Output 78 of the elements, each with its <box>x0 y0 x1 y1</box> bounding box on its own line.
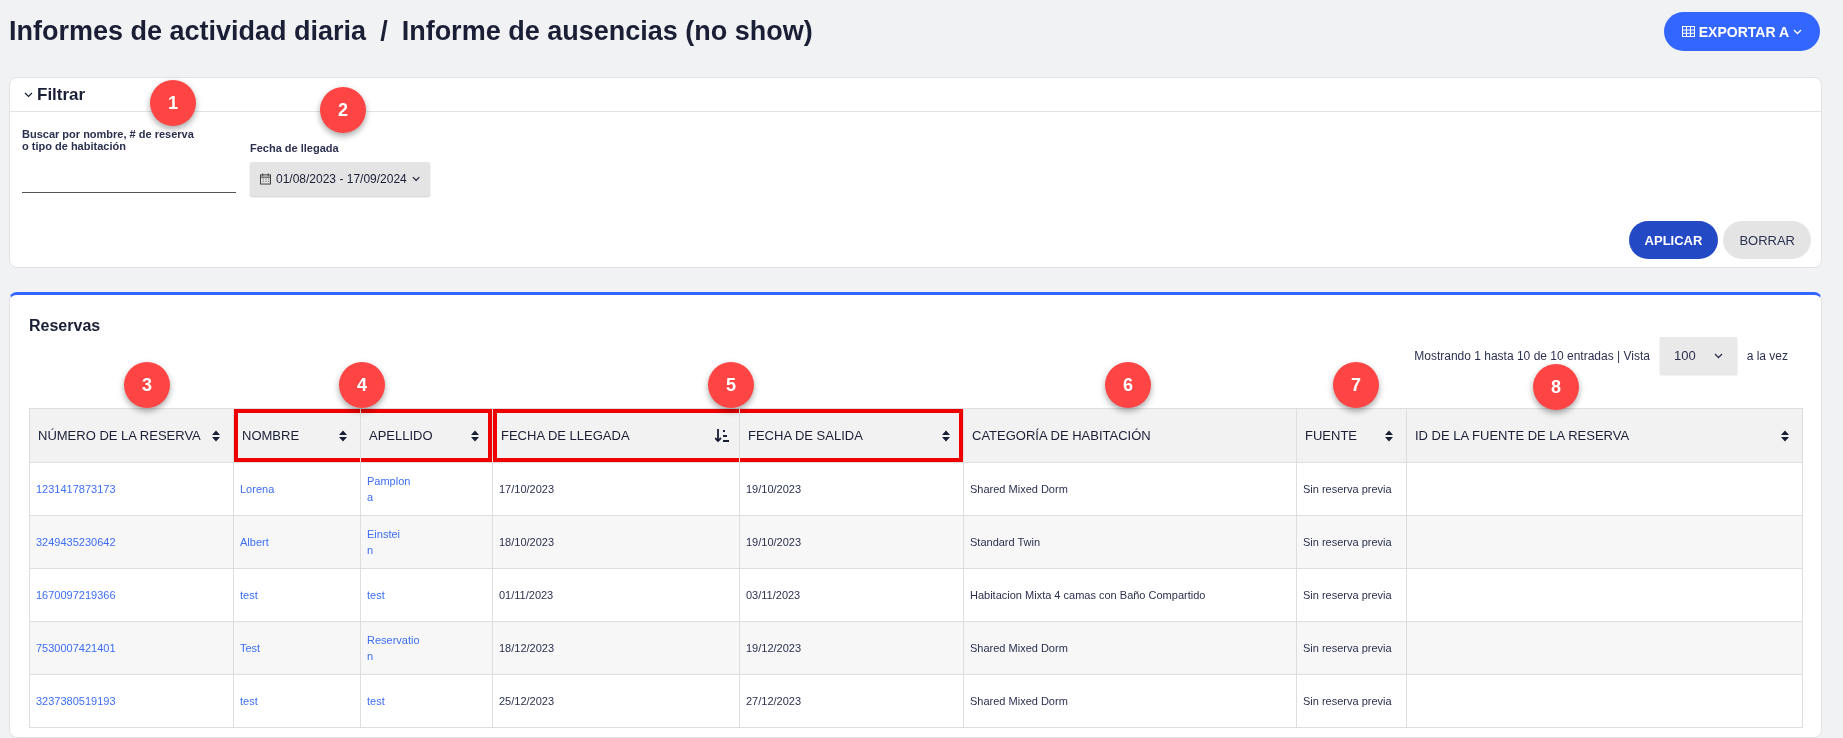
table-cell: Sin reserva previa <box>1296 462 1407 516</box>
entries-info: Mostrando 1 hasta 10 de 10 entradas | Vista <box>1414 348 1650 363</box>
table-link[interactable]: test <box>233 674 361 728</box>
chevron-down-icon <box>1793 28 1802 35</box>
column-label: APELLIDO <box>369 428 433 443</box>
column-label: NOMBRE <box>242 428 300 443</box>
table-cell: 03/11/2023 <box>739 568 964 622</box>
page-size-suffix: a la vez <box>1746 348 1788 363</box>
table-link[interactable]: 1231417873173 <box>29 462 234 516</box>
table-cell: Shared Mixed Dorm <box>963 462 1297 516</box>
table-cell: 19/12/2023 <box>739 621 964 675</box>
column-label: CATEGORÍA DE HABITACIÓN <box>972 428 1151 443</box>
table-link[interactable]: Pamplon a <box>360 462 493 516</box>
table-link[interactable]: test <box>233 568 361 622</box>
sort-icon[interactable] <box>939 428 953 443</box>
table-cell: 19/10/2023 <box>739 462 964 516</box>
apply-button[interactable]: APLICAR <box>1628 221 1719 259</box>
export-button[interactable]: EXPORTAR A <box>1663 12 1820 51</box>
table-link[interactable]: Lorena <box>233 462 361 516</box>
column-header[interactable]: NÚMERO DE LA RESERVA <box>29 408 234 463</box>
calendar-icon <box>260 173 271 185</box>
table-cell: 18/10/2023 <box>492 515 740 569</box>
page-title: Informes de actividad diaria <box>9 16 367 47</box>
sort-icon[interactable] <box>1382 428 1396 443</box>
table-cell: 25/12/2023 <box>492 674 740 728</box>
column-header[interactable]: CATEGORÍA DE HABITACIÓN <box>963 408 1297 463</box>
date-label: Fecha de llegada <box>250 142 340 154</box>
table-cell: Sin reserva previa <box>1296 515 1407 569</box>
table-link[interactable]: 1670097219366 <box>29 568 234 622</box>
date-range-picker[interactable]: 01/08/2023 - 17/09/2024 <box>250 162 430 196</box>
sort-icon[interactable] <box>1778 428 1792 443</box>
clear-button[interactable]: BORRAR <box>1723 221 1811 259</box>
table-link[interactable]: 7530007421401 <box>29 621 234 675</box>
column-header[interactable]: ID DE LA FUENTE DE LA RESERVA <box>1406 408 1803 463</box>
table-link[interactable]: Reservatio n <box>360 621 493 675</box>
sort-icon[interactable] <box>468 428 482 443</box>
filter-title[interactable]: Filtrar <box>37 84 86 105</box>
table-cell: Sin reserva previa <box>1296 621 1407 675</box>
chevron-down-icon <box>1713 352 1723 359</box>
table-cell: Shared Mixed Dorm <box>963 674 1297 728</box>
search-label: Buscar por nombre, # de reserva o tipo de habitación <box>22 128 195 152</box>
table-link[interactable]: Albert <box>233 515 361 569</box>
table-link[interactable]: 3249435230642 <box>29 515 234 569</box>
section-title: Reservas <box>29 317 102 335</box>
table-cell: Standard Twin <box>963 515 1297 569</box>
table-link[interactable]: 3237380519193 <box>29 674 234 728</box>
table-icon <box>1681 26 1695 37</box>
table-link[interactable]: Test <box>233 621 361 675</box>
column-header[interactable]: FECHA DE LLEGADA <box>492 408 740 463</box>
table-cell: 19/10/2023 <box>739 515 964 569</box>
page-title: Informe de ausencias (no show) <box>401 16 813 47</box>
table-cell: Shared Mixed Dorm <box>963 621 1297 675</box>
chevron-down-icon <box>411 176 420 182</box>
column-label: FECHA DE LLEGADA <box>501 428 630 443</box>
column-label: FECHA DE SALIDA <box>748 428 863 443</box>
column-header[interactable]: FUENTE <box>1296 408 1407 463</box>
table-cell: Sin reserva previa <box>1296 674 1407 728</box>
table-cell: 17/10/2023 <box>492 462 740 516</box>
table-link[interactable]: test <box>360 674 493 728</box>
sort-icon[interactable] <box>209 428 223 443</box>
breadcrumb-separator: / <box>380 16 388 47</box>
column-header[interactable]: FECHA DE SALIDA <box>739 408 964 463</box>
column-label: ID DE LA FUENTE DE LA RESERVA <box>1415 428 1630 443</box>
chevron-down-icon[interactable] <box>24 90 33 99</box>
column-header[interactable]: APELLIDO <box>360 408 493 463</box>
page-size-select[interactable]: 100 <box>1659 337 1737 374</box>
table-cell: 18/12/2023 <box>492 621 740 675</box>
table-cell: 01/11/2023 <box>492 568 740 622</box>
table-cell: Habitacion Mixta 4 camas con Baño Compartido <box>963 568 1297 622</box>
column-label: FUENTE <box>1305 428 1357 443</box>
table-cell: Sin reserva previa <box>1296 568 1407 622</box>
column-header[interactable]: NOMBRE <box>233 408 361 463</box>
sort-icon[interactable] <box>336 428 350 443</box>
table-link[interactable]: Einstei n <box>360 515 493 569</box>
table-link[interactable]: test <box>360 568 493 622</box>
table-cell: 27/12/2023 <box>739 674 964 728</box>
column-label: NÚMERO DE LA RESERVA <box>38 428 201 443</box>
sort-ascending-icon[interactable] <box>715 428 729 443</box>
